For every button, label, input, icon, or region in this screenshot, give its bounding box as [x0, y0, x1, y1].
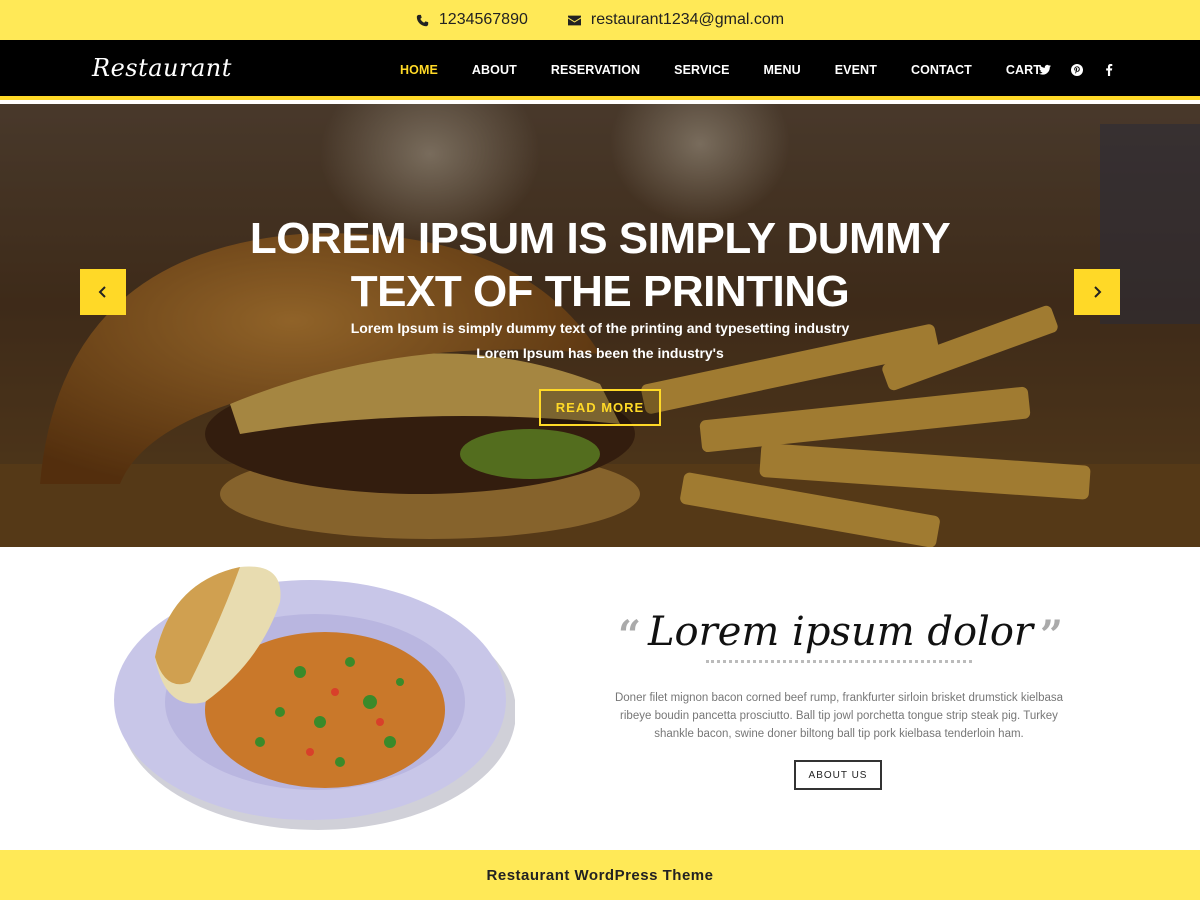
about-us-button[interactable]: ABOUT US — [794, 760, 882, 790]
hero-title: LOREM IPSUM IS SIMPLY DUMMY TEXT OF THE … — [150, 212, 1050, 318]
slider-prev-button[interactable] — [80, 269, 126, 315]
footer-credit[interactable]: Restaurant WordPress Theme — [0, 850, 1200, 900]
hero-slider: LOREM IPSUM IS SIMPLY DUMMY TEXT OF THE … — [0, 104, 1200, 547]
email-info[interactable]: restaurant1234@gmal.com — [567, 11, 785, 29]
about-heading: Lorem ipsum dolor — [647, 609, 1034, 655]
social-links — [1038, 40, 1116, 100]
about-heading-row: “ Lorem ipsum dolor ” — [618, 602, 1063, 662]
hero-title-line2: TEXT OF THE PRINTING — [350, 267, 850, 316]
top-contact-bar: 1234567890 restaurant1234@gmal.com — [0, 0, 1200, 40]
site-logo[interactable]: Restaurant — [92, 54, 232, 82]
chevron-right-icon — [1094, 286, 1102, 298]
facebook-icon[interactable] — [1102, 63, 1116, 77]
nav-item-event[interactable]: EVENT — [835, 63, 877, 77]
nav-item-contact[interactable]: CONTACT — [911, 63, 972, 77]
hero-subtitle-line1: Lorem Ipsum is simply dummy text of the … — [350, 320, 850, 336]
phone-icon — [416, 14, 429, 26]
phone-number: 1234567890 — [438, 11, 528, 28]
dotted-divider — [706, 660, 972, 663]
chevron-left-icon — [98, 286, 106, 298]
nav-item-service[interactable]: SERVICE — [674, 63, 729, 77]
read-more-button[interactable]: READ MORE — [539, 389, 661, 426]
pinterest-icon[interactable] — [1070, 63, 1084, 77]
slider-next-button[interactable] — [1074, 269, 1120, 315]
main-navigation: Restaurant HOME ABOUT RESERVATION SERVIC… — [0, 40, 1200, 100]
hero-title-line1: LOREM IPSUM IS SIMPLY DUMMY — [249, 214, 951, 263]
email-address: restaurant1234@gmal.com — [590, 11, 785, 28]
about-section: “ Lorem ipsum dolor ” Doner filet mignon… — [0, 547, 1200, 850]
open-quote-icon: “ — [618, 612, 642, 659]
nav-item-menu[interactable]: MENU — [764, 63, 801, 77]
food-plate-image — [114, 566, 515, 830]
about-body-text: Doner filet mignon bacon corned beef rum… — [614, 692, 1064, 740]
close-quote-icon: ” — [1039, 612, 1063, 659]
nav-item-home[interactable]: HOME — [400, 63, 438, 77]
phone-info[interactable]: 1234567890 — [416, 11, 528, 29]
nav-menu: HOME ABOUT RESERVATION SERVICE MENU EVEN… — [400, 40, 1075, 100]
hero-subtitle-line2: Lorem Ipsum has been the industry's — [476, 345, 724, 361]
twitter-icon[interactable] — [1038, 63, 1052, 77]
nav-item-about[interactable]: ABOUT — [472, 63, 517, 77]
nav-item-cart[interactable]: CART — [1006, 63, 1041, 77]
envelope-icon — [567, 15, 581, 25]
nav-item-reservation[interactable]: RESERVATION — [551, 63, 640, 77]
